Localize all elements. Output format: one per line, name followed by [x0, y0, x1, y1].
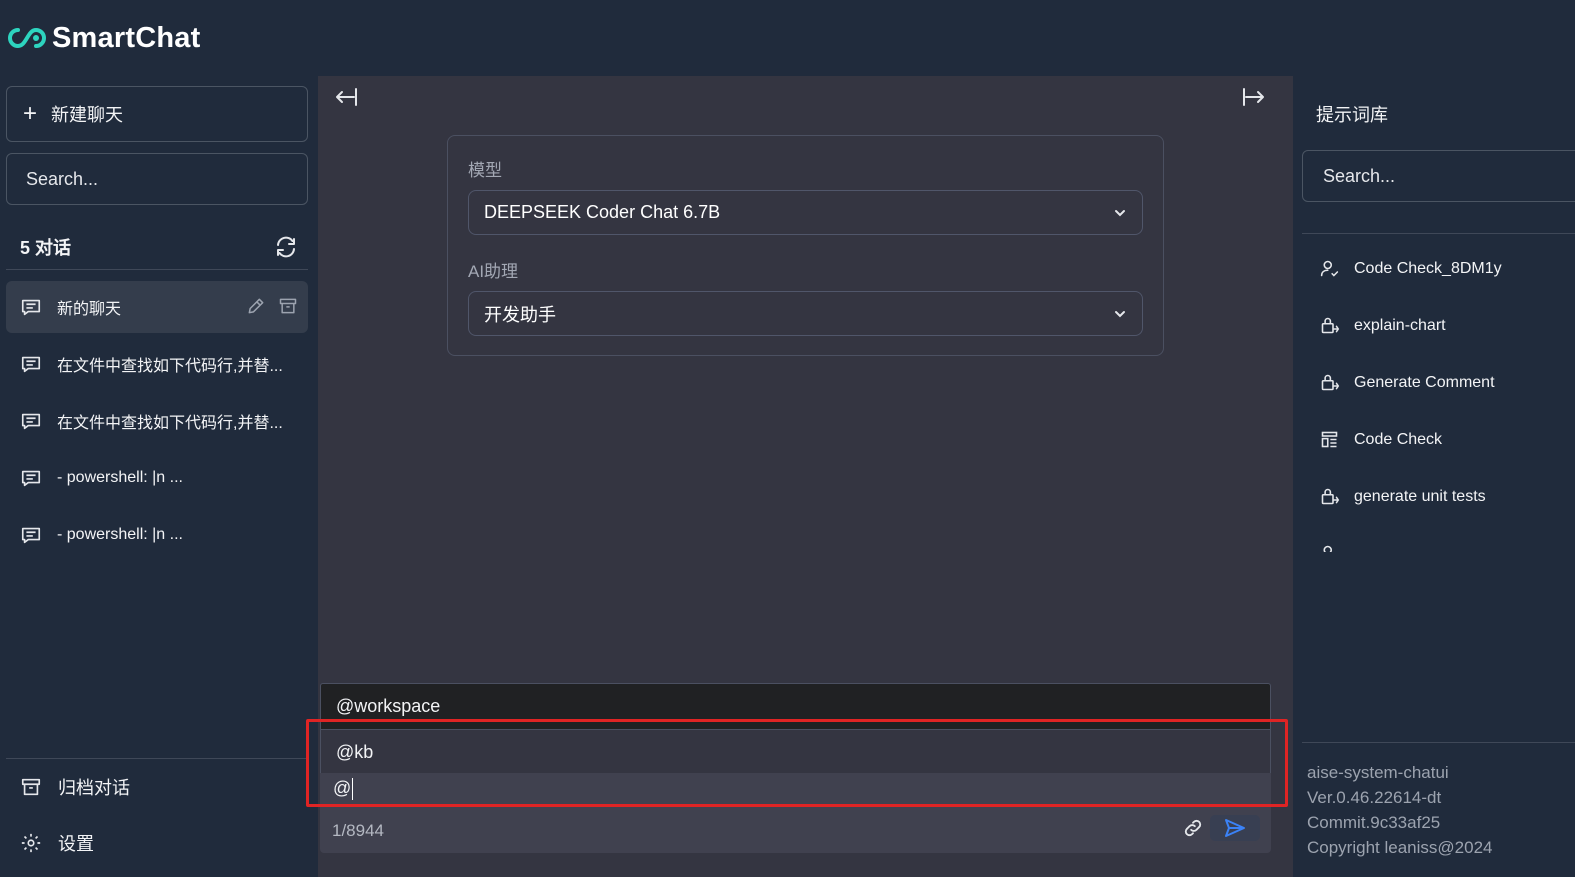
logo[interactable]: SmartChat — [8, 22, 200, 55]
lock-share-icon — [1321, 488, 1340, 505]
collapse-left-sidebar-icon[interactable] — [332, 83, 360, 111]
gear-icon — [21, 833, 41, 853]
prompt-search-input[interactable] — [1302, 150, 1575, 202]
version-info: aise-system-chatui Ver.0.46.22614-dt Com… — [1302, 742, 1575, 860]
lock-share-icon — [1321, 374, 1340, 391]
prompt-label: Generate Comment — [1354, 373, 1495, 391]
conversation-item[interactable]: 在文件中查找如下代码行,并替... — [6, 338, 308, 390]
conversation-label: 在文件中查找如下代码行,并替... — [57, 415, 283, 432]
user-share-icon — [1320, 260, 1339, 277]
message-icon — [21, 356, 41, 373]
prompt-label: Code Check — [1354, 430, 1443, 448]
left-sidebar: + 新建聊天 5 对话 新的聊天 在文件中查找如下代码行,并替... 在文件中查… — [0, 76, 318, 877]
refresh-icon[interactable] — [274, 235, 298, 259]
plus-icon: + — [23, 100, 38, 127]
new-chat-label: 新建聊天 — [51, 105, 124, 125]
conversation-search-input[interactable] — [6, 153, 308, 205]
archive-label: 归档对话 — [58, 778, 130, 798]
chevron-down-icon — [1115, 310, 1125, 317]
message-icon — [21, 299, 41, 316]
edit-icon[interactable] — [246, 296, 266, 316]
conversation-list: 新的聊天 在文件中查找如下代码行,并替... 在文件中查找如下代码行,并替...… — [6, 281, 308, 566]
app-header: SmartChat — [0, 0, 1575, 76]
send-icon — [1225, 819, 1245, 837]
settings-button[interactable]: 设置 — [6, 815, 308, 871]
conversation-label: 在文件中查找如下代码行,并替... — [57, 358, 283, 375]
message-icon — [21, 413, 41, 430]
model-label: 模型 — [468, 161, 502, 180]
text-caret — [352, 778, 354, 801]
message-icon — [21, 470, 41, 487]
prompt-item[interactable]: Code Check_8DM1y — [1302, 240, 1575, 297]
suggestion-kb[interactable]: @kb — [321, 729, 1270, 774]
assistant-label: AI助理 — [468, 262, 519, 281]
conversation-item[interactable]: - powershell: |n ... — [6, 452, 308, 504]
settings-label: 设置 — [58, 834, 94, 854]
conversation-label: 新的聊天 — [57, 301, 122, 318]
conversation-header: 5 对话 — [6, 224, 308, 270]
prompt-item[interactable]: generate unit tests — [1302, 468, 1575, 525]
version-text: Ver.0.46.22614-dt — [1307, 788, 1442, 807]
assistant-value: 开发助手 — [484, 304, 556, 325]
layout-list-icon — [1321, 431, 1338, 448]
conversation-count: 5 对话 — [20, 237, 72, 258]
model-value: DEEPSEEK Coder Chat 6.7B — [484, 202, 721, 222]
chat-main: 模型 DEEPSEEK Coder Chat 6.7B AI助理 开发助手 @w… — [306, 76, 1293, 877]
suggestion-workspace[interactable]: @workspace — [321, 684, 1270, 729]
prompt-item[interactable]: ... — [1302, 525, 1575, 552]
prompt-label: ... — [1354, 545, 1367, 553]
app-name-text: aise-system-chatui — [1307, 763, 1449, 782]
new-chat-button[interactable]: + 新建聊天 — [6, 86, 308, 142]
archived-conversations-button[interactable]: 归档对话 — [6, 759, 308, 815]
conversation-label: - powershell: |n ... — [57, 469, 183, 486]
sidebar-footer: 归档对话 设置 — [6, 758, 308, 871]
message-input-value: @ — [333, 778, 352, 798]
char-count: 1/8944 — [332, 821, 384, 840]
mention-suggestions: @workspace @kb — [320, 683, 1271, 774]
message-input[interactable]: @ — [333, 778, 354, 801]
chat-settings-card: 模型 DEEPSEEK Coder Chat 6.7B AI助理 开发助手 — [447, 135, 1164, 356]
conversation-item[interactable]: - powershell: |n ... — [6, 509, 308, 561]
prompt-label: explain-chart — [1354, 316, 1446, 334]
assistant-select[interactable]: 开发助手 — [468, 291, 1143, 336]
message-composer: @ 1/8944 — [320, 773, 1271, 853]
prompt-item[interactable]: Code Check — [1302, 411, 1575, 468]
conversation-item[interactable]: 新的聊天 — [6, 281, 308, 333]
message-icon — [21, 527, 41, 544]
conversation-actions — [246, 296, 298, 316]
prompt-item[interactable]: explain-chart — [1302, 297, 1575, 354]
prompt-item[interactable]: Generate Comment — [1302, 354, 1575, 411]
prompt-library-title: 提示词库 — [1316, 105, 1388, 125]
commit-text: Commit.9c33af25 — [1307, 813, 1441, 832]
archive-icon — [21, 778, 41, 796]
prompt-library-sidebar: 提示词库 Code Check_8DM1y explain-chart Gene… — [1293, 76, 1575, 877]
brand-name: SmartChat — [52, 21, 201, 54]
divider — [1302, 233, 1575, 234]
lock-share-icon — [1321, 317, 1340, 334]
logo-icon — [8, 27, 46, 49]
conversation-label: - powershell: |n ... — [57, 526, 183, 543]
prompt-label: generate unit tests — [1354, 487, 1486, 505]
model-select[interactable]: DEEPSEEK Coder Chat 6.7B — [468, 190, 1143, 235]
send-button[interactable] — [1210, 815, 1260, 841]
archive-icon[interactable] — [278, 296, 298, 316]
conversation-item[interactable]: 在文件中查找如下代码行,并替... — [6, 395, 308, 447]
chevron-down-icon — [1115, 209, 1125, 216]
user-share-icon — [1323, 545, 1333, 552]
prompt-list: Code Check_8DM1y explain-chart Generate … — [1302, 240, 1575, 552]
collapse-right-sidebar-icon[interactable] — [1240, 83, 1268, 111]
link-icon[interactable] — [1182, 817, 1204, 839]
copyright-text: Copyright leaniss@2024 — [1307, 838, 1493, 857]
prompt-label: Code Check_8DM1y — [1354, 259, 1502, 277]
